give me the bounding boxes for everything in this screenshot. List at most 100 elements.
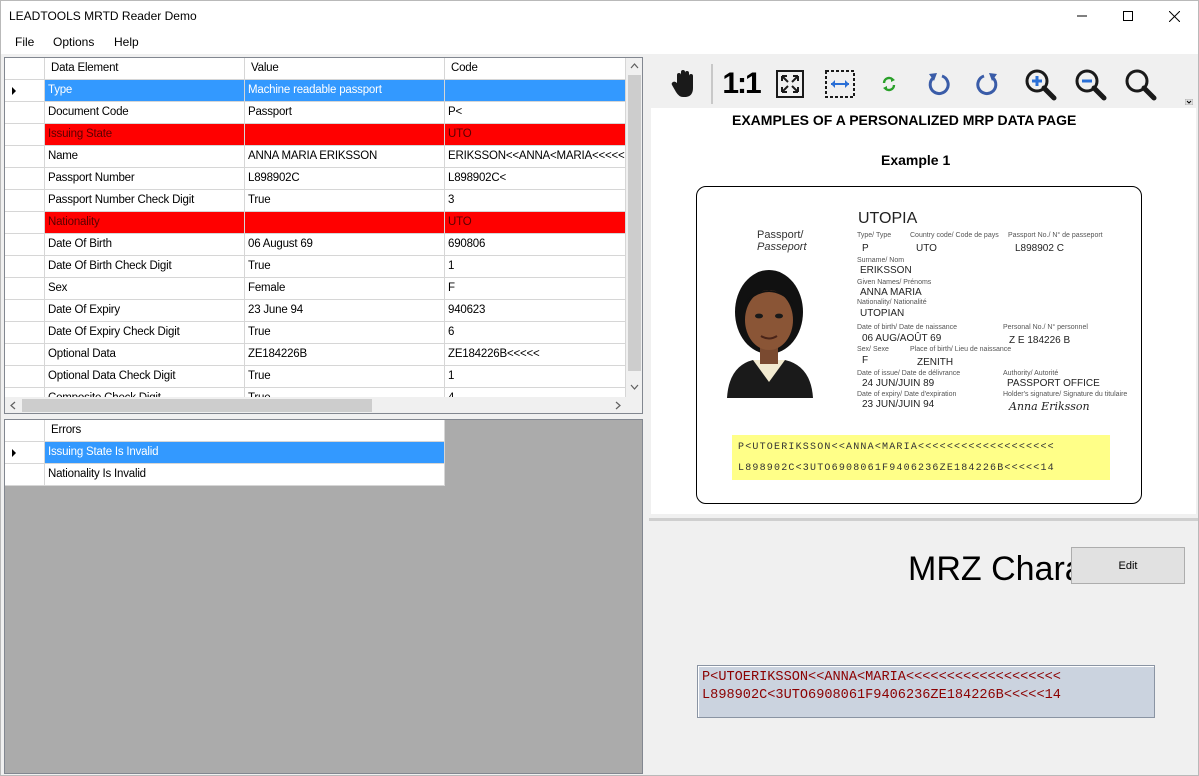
maximize-button[interactable]: [1105, 1, 1151, 31]
grid-cell-value[interactable]: [245, 212, 445, 234]
grid-cell-value[interactable]: ZE184226B: [245, 344, 445, 366]
grid-cell-element[interactable]: Sex: [45, 278, 245, 300]
data-elements-grid[interactable]: Data Element Value Code Type Machine readabl…: [4, 57, 643, 414]
vertical-splitter[interactable]: [646, 55, 649, 775]
menu-help[interactable]: Help: [114, 35, 139, 49]
zoom-button[interactable]: [1122, 66, 1158, 102]
row-header[interactable]: [5, 234, 45, 256]
grid-cell-element[interactable]: Passport Number: [45, 168, 245, 190]
grid-cell-code[interactable]: ZE184226B<<<<<: [445, 344, 626, 366]
scroll-left-icon: [10, 401, 16, 410]
grid-cell-code[interactable]: 940623: [445, 300, 626, 322]
row-header[interactable]: [5, 102, 45, 124]
grid-cell-value[interactable]: True: [245, 190, 445, 212]
toolbar-overflow-icon: [1185, 99, 1193, 105]
column-header[interactable]: Code: [445, 58, 626, 80]
scrollbar-corner: [626, 397, 642, 413]
grid-cell-element[interactable]: Optional Data Check Digit: [45, 366, 245, 388]
grid-cell-element[interactable]: Date Of Expiry Check Digit: [45, 322, 245, 344]
grid-cell-element[interactable]: Issuing State: [45, 124, 245, 146]
grid-cell-element[interactable]: Date Of Birth Check Digit: [45, 256, 245, 278]
zoom-out-button[interactable]: [1072, 66, 1108, 102]
error-item[interactable]: Nationality Is Invalid: [45, 464, 445, 486]
row-header[interactable]: [5, 80, 45, 102]
grid-cell-code[interactable]: P<: [445, 102, 626, 124]
rotate-right-icon: [976, 73, 998, 96]
rotate-left-button[interactable]: [922, 66, 954, 102]
grid-cell-element[interactable]: Passport Number Check Digit: [45, 190, 245, 212]
grid-cell-element[interactable]: Name: [45, 146, 245, 168]
grid-cell-code[interactable]: 3: [445, 190, 626, 212]
type-label: Type/ Type: [857, 232, 892, 239]
grid-cell-code[interactable]: [445, 80, 626, 102]
vertical-scroll-thumb[interactable]: [628, 75, 641, 371]
grid-cell-value[interactable]: True: [245, 366, 445, 388]
passport-doc-label-fr: Passeport: [757, 241, 807, 253]
grid-cell-code[interactable]: UTO: [445, 124, 626, 146]
refresh-icon: [882, 76, 896, 92]
grid-cell-element[interactable]: Nationality: [45, 212, 245, 234]
close-button[interactable]: [1151, 1, 1197, 31]
grid-cell-element[interactable]: Date Of Expiry: [45, 300, 245, 322]
grid-cell-value[interactable]: [245, 124, 445, 146]
document-image-viewer[interactable]: EXAMPLES OF A PERSONALIZED MRP DATA PAGE…: [651, 108, 1196, 514]
expiry-label: Date of expiry/ Date d'expiration: [857, 391, 957, 398]
grid-cell-value[interactable]: Female: [245, 278, 445, 300]
row-header[interactable]: [5, 124, 45, 146]
errors-column-header[interactable]: Errors: [45, 420, 445, 442]
actual-size-button[interactable]: 1:1: [720, 66, 762, 102]
row-header[interactable]: [5, 366, 45, 388]
grid-cell-element[interactable]: Type: [45, 80, 245, 102]
horizontal-scroll-thumb[interactable]: [22, 399, 372, 412]
row-header[interactable]: [5, 300, 45, 322]
menu-options[interactable]: Options: [53, 35, 94, 49]
errors-row-header[interactable]: [5, 464, 45, 486]
grid-cell-value[interactable]: 06 August 69: [245, 234, 445, 256]
row-header[interactable]: [5, 344, 45, 366]
column-header[interactable]: Value: [245, 58, 445, 80]
errors-row-header[interactable]: [5, 442, 45, 464]
grid-cell-value[interactable]: Machine readable passport: [245, 80, 445, 102]
error-item[interactable]: Issuing State Is Invalid: [45, 442, 445, 464]
vertical-scrollbar[interactable]: [626, 58, 642, 397]
grid-cell-value[interactable]: True: [245, 256, 445, 278]
grid-cell-code[interactable]: 6: [445, 322, 626, 344]
grid-cell-code[interactable]: UTO: [445, 212, 626, 234]
grid-cell-code[interactable]: ERIKSSON<<ANNA<MARIA<<<<<<<: [445, 146, 626, 168]
grid-cell-value[interactable]: L898902C: [245, 168, 445, 190]
horizontal-scrollbar[interactable]: [5, 397, 626, 413]
sex-value: F: [862, 355, 869, 366]
minimize-button[interactable]: [1059, 1, 1105, 31]
grid-cell-value[interactable]: ANNA MARIA ERIKSSON: [245, 146, 445, 168]
edit-button[interactable]: Edit: [1071, 547, 1185, 584]
row-header[interactable]: [5, 212, 45, 234]
row-header[interactable]: [5, 256, 45, 278]
grid-cell-code[interactable]: 1: [445, 256, 626, 278]
grid-cell-code[interactable]: F: [445, 278, 626, 300]
row-header[interactable]: [5, 190, 45, 212]
errors-grid[interactable]: Errors Issuing State Is Invalid Nationalit…: [4, 419, 643, 774]
rotate-right-button[interactable]: [972, 66, 1004, 102]
grid-cell-value[interactable]: Passport: [245, 102, 445, 124]
mrz-text-box[interactable]: P<UTOERIKSSON<<ANNA<MARIA<<<<<<<<<<<<<<<…: [697, 665, 1155, 718]
grid-cell-element[interactable]: Date Of Birth: [45, 234, 245, 256]
fit-page-button[interactable]: [772, 66, 808, 102]
fit-width-button[interactable]: [822, 66, 858, 102]
grid-cell-element[interactable]: Document Code: [45, 102, 245, 124]
row-header[interactable]: [5, 278, 45, 300]
panel-splitter[interactable]: [649, 518, 1198, 521]
grid-cell-code[interactable]: 690806: [445, 234, 626, 256]
pan-hand-button[interactable]: [666, 66, 702, 102]
grid-cell-value[interactable]: True: [245, 322, 445, 344]
menu-file[interactable]: File: [15, 35, 34, 49]
row-header[interactable]: [5, 322, 45, 344]
row-header[interactable]: [5, 168, 45, 190]
grid-cell-code[interactable]: L898902C<: [445, 168, 626, 190]
column-header[interactable]: Data Element: [45, 58, 245, 80]
grid-cell-element[interactable]: Optional Data: [45, 344, 245, 366]
refresh-button[interactable]: [876, 66, 902, 102]
grid-cell-value[interactable]: 23 June 94: [245, 300, 445, 322]
grid-cell-code[interactable]: 1: [445, 366, 626, 388]
zoom-in-button[interactable]: [1022, 66, 1058, 102]
row-header[interactable]: [5, 146, 45, 168]
